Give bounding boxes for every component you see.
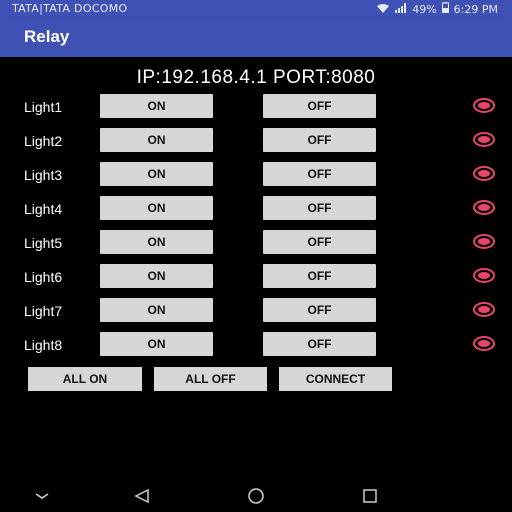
light-label: Light1 bbox=[24, 99, 63, 115]
status-bar: TATA|TATA DOCOMO 49% 6:29 PM bbox=[0, 0, 512, 17]
status-icons: 49% 6:29 PM bbox=[376, 2, 498, 17]
app-bar: Relay bbox=[0, 17, 512, 57]
status-indicator-icon[interactable] bbox=[473, 98, 495, 113]
status-indicator-icon[interactable] bbox=[473, 268, 495, 283]
chevron-down-icon[interactable] bbox=[27, 486, 57, 506]
light-row: Light1 ON OFF bbox=[0, 94, 512, 120]
light-row: Light8 ON OFF bbox=[0, 332, 512, 358]
status-indicator-icon[interactable] bbox=[473, 302, 495, 317]
light-on-button[interactable]: ON bbox=[100, 94, 213, 118]
light-on-button[interactable]: ON bbox=[100, 230, 213, 254]
light-row: Light3 ON OFF bbox=[0, 162, 512, 188]
battery-icon bbox=[441, 2, 449, 17]
navigation-bar bbox=[0, 480, 512, 512]
clock: 6:29 PM bbox=[453, 3, 498, 16]
all-off-button[interactable]: ALL OFF bbox=[154, 367, 267, 391]
light-off-button[interactable]: OFF bbox=[263, 332, 376, 356]
recents-icon[interactable] bbox=[355, 486, 385, 506]
light-on-button[interactable]: ON bbox=[100, 298, 213, 322]
light-off-button[interactable]: OFF bbox=[263, 264, 376, 288]
light-label: Light5 bbox=[24, 235, 63, 251]
all-on-button[interactable]: ALL ON bbox=[28, 367, 142, 391]
connect-button[interactable]: CONNECT bbox=[279, 367, 392, 391]
light-row: Light2 ON OFF bbox=[0, 128, 512, 154]
status-indicator-icon[interactable] bbox=[473, 132, 495, 147]
light-off-button[interactable]: OFF bbox=[263, 128, 376, 152]
light-off-button[interactable]: OFF bbox=[263, 230, 376, 254]
carrier-name: TATA|TATA DOCOMO bbox=[12, 2, 128, 15]
wifi-icon bbox=[376, 3, 390, 17]
back-icon[interactable] bbox=[127, 486, 157, 506]
light-label: Light3 bbox=[24, 167, 63, 183]
light-row: Light6 ON OFF bbox=[0, 264, 512, 290]
light-on-button[interactable]: ON bbox=[100, 332, 213, 356]
light-label: Light8 bbox=[24, 337, 63, 353]
light-label: Light6 bbox=[24, 269, 63, 285]
light-off-button[interactable]: OFF bbox=[263, 94, 376, 118]
light-on-button[interactable]: ON bbox=[100, 128, 213, 152]
light-off-button[interactable]: OFF bbox=[263, 162, 376, 186]
light-off-button[interactable]: OFF bbox=[263, 298, 376, 322]
light-row: Light5 ON OFF bbox=[0, 230, 512, 256]
light-label: Light4 bbox=[24, 201, 63, 217]
battery-percent: 49% bbox=[412, 3, 437, 16]
light-on-button[interactable]: ON bbox=[100, 264, 213, 288]
light-on-button[interactable]: ON bbox=[100, 162, 213, 186]
light-row: Light7 ON OFF bbox=[0, 298, 512, 324]
status-indicator-icon[interactable] bbox=[473, 166, 495, 181]
app-title: Relay bbox=[24, 27, 70, 46]
status-indicator-icon[interactable] bbox=[473, 234, 495, 249]
status-indicator-icon[interactable] bbox=[473, 200, 495, 215]
light-row: Light4 ON OFF bbox=[0, 196, 512, 222]
light-label: Light2 bbox=[24, 133, 63, 149]
light-off-button[interactable]: OFF bbox=[263, 196, 376, 220]
signal-icon bbox=[395, 2, 407, 17]
status-indicator-icon[interactable] bbox=[473, 336, 495, 351]
connection-info: IP:192.168.4.1 PORT:8080 bbox=[136, 67, 376, 88]
light-on-button[interactable]: ON bbox=[100, 196, 213, 220]
home-icon[interactable] bbox=[241, 486, 271, 506]
light-label: Light7 bbox=[24, 303, 63, 319]
